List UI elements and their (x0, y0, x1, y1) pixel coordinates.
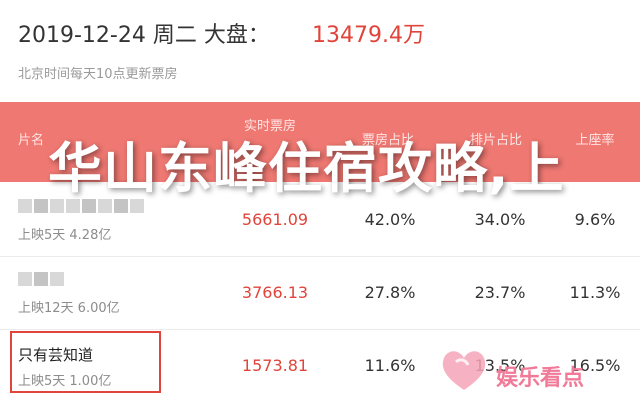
watermark-text: 娱乐看点 (496, 366, 585, 391)
watermark: 娱乐看点 (438, 342, 640, 402)
boxoffice-share-value: 27.8% (364, 283, 416, 302)
col-realtime-boxoffice[interactable]: 实时票房 (230, 118, 310, 135)
col-realtime-boxoffice-label: 实时票房 (243, 119, 296, 134)
blurred-film-name (18, 272, 64, 286)
overlay-title: 华山东峰住宿攻略,上 (48, 137, 565, 200)
release-meta: 上映12天 6.00亿 (18, 301, 120, 316)
col-film[interactable]: 片名 (18, 132, 44, 149)
highlight-box (10, 331, 161, 393)
date-and-market-label: 2019-12-24 周二 大盘： (18, 23, 270, 48)
heart-logo-icon (442, 351, 486, 390)
blurred-film-name (18, 199, 144, 213)
boxoffice-value: 1573.81 (241, 356, 309, 375)
boxoffice-share-value: 11.6% (364, 356, 416, 375)
release-meta: 上映5天 4.28亿 (18, 228, 112, 243)
screening-share-value: 23.7% (474, 283, 526, 302)
summary-header: 2019-12-24 周二 大盘： 13479.4万 北京时间每天10点更新票房 (0, 0, 640, 102)
update-note: 北京时间每天10点更新票房 (18, 67, 178, 82)
boxoffice-value: 3766.13 (241, 283, 309, 302)
table-row[interactable]: 上映12天 6.00亿 3766.13 27.8% 23.7% 11.3% (0, 257, 640, 330)
attendance-value: 11.3% (569, 283, 621, 302)
market-total: 13479.4万 (312, 23, 425, 48)
